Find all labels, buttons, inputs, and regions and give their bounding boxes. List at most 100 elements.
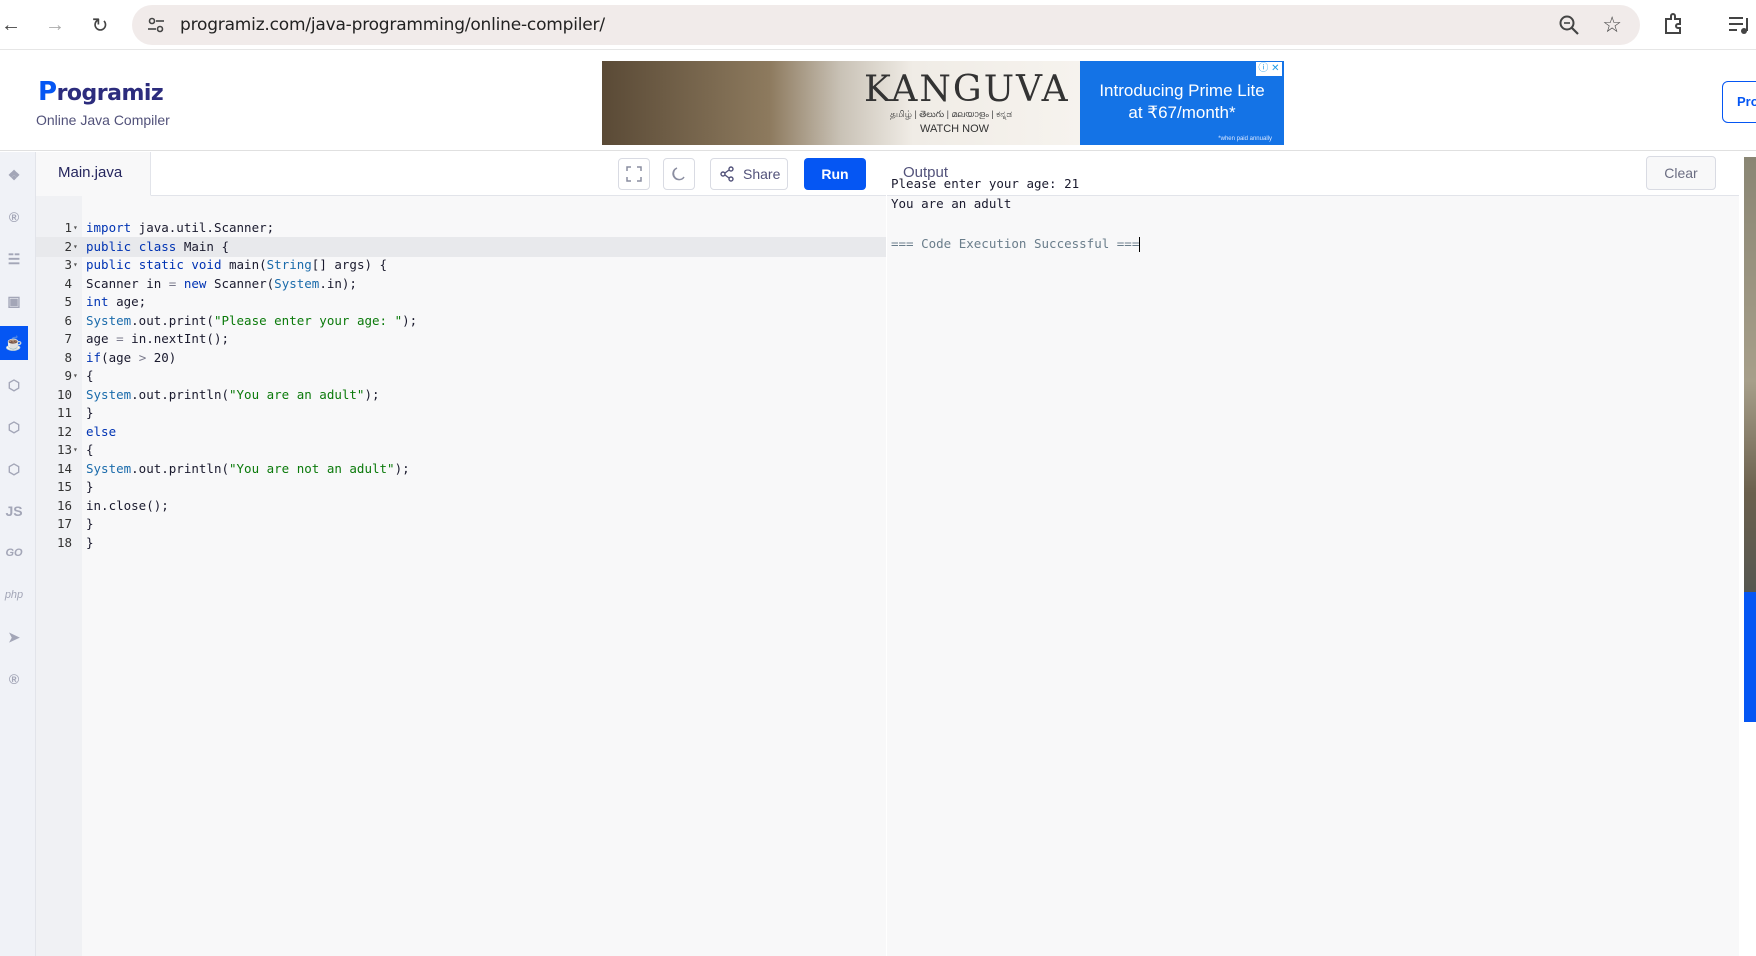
line-number: 17 xyxy=(56,516,72,531)
code-text[interactable]: System.out.println("You are not an adult… xyxy=(86,459,410,480)
ad-banner-image[interactable]: KANGUVA தமிழ் | తెలుగు | മലയാളം | ಕನ್ನಡ … xyxy=(602,61,1080,145)
share-button[interactable]: Share xyxy=(710,158,788,190)
page-subtitle: Online Java Compiler xyxy=(36,112,170,128)
ad-note: *when paid annually xyxy=(1218,136,1272,142)
programiz-logo[interactable]: Programiz xyxy=(38,77,164,107)
code-text[interactable]: import java.util.Scanner; xyxy=(86,218,274,239)
java-icon[interactable]: ☕ xyxy=(0,326,28,360)
fold-toggle-icon[interactable]: ▾ xyxy=(73,237,78,258)
url-text[interactable]: programiz.com/java-programming/online-co… xyxy=(180,15,605,35)
output-line: You are an adult xyxy=(891,196,1012,211)
back-arrow-icon[interactable]: ← xyxy=(0,10,26,40)
code-line[interactable]: 14 System.out.println("You are not an adu… xyxy=(36,459,886,480)
run-button[interactable]: Run xyxy=(804,158,866,190)
go-icon[interactable]: GO xyxy=(0,536,28,570)
zoom-icon[interactable] xyxy=(1558,14,1580,36)
rust-icon[interactable]: ® xyxy=(0,662,28,696)
ad-choices-icon[interactable]: ⓘ ✕ xyxy=(1256,62,1282,76)
address-bar[interactable]: programiz.com/java-programming/online-co… xyxy=(132,5,1640,45)
code-line[interactable]: 9 ▾ { xyxy=(36,366,886,387)
code-text[interactable]: age = in.nextInt(); xyxy=(86,329,229,350)
editor-toolbar: Main.java Share Run xyxy=(36,152,886,196)
dark-mode-button[interactable] xyxy=(663,158,695,190)
code-text[interactable]: } xyxy=(86,533,94,554)
output-line: Please enter your age: 21 xyxy=(891,176,1080,191)
code-line[interactable]: 2 ▾ public class Main { xyxy=(36,236,886,258)
r-icon[interactable]: ® xyxy=(0,200,28,234)
clear-button[interactable]: Clear xyxy=(1646,156,1716,190)
ad-banner-offer[interactable]: Introducing Prime Lite at ₹67/month* *wh… xyxy=(1080,61,1284,145)
line-number: 1 xyxy=(64,220,72,235)
c-icon[interactable]: ⬡ xyxy=(0,368,28,402)
code-line[interactable]: 13 ▾ { xyxy=(36,440,886,461)
code-text[interactable]: System.out.println("You are an adult"); xyxy=(86,385,380,406)
code-line[interactable]: 15} xyxy=(36,477,886,498)
site-settings-icon[interactable] xyxy=(146,15,166,35)
bookmark-star-icon[interactable]: ☆ xyxy=(1602,12,1622,38)
file-tab-main-java[interactable]: Main.java xyxy=(36,152,151,196)
edge-ad-blue xyxy=(1744,592,1756,722)
code-text[interactable]: } xyxy=(86,403,94,424)
fold-toggle-icon[interactable]: ▾ xyxy=(73,440,78,461)
site-header: Programiz Online Java Compiler KANGUVA த… xyxy=(0,50,1756,151)
reload-icon[interactable]: ↻ xyxy=(85,10,115,40)
code-line[interactable]: 10 System.out.println("You are an adult")… xyxy=(36,385,886,406)
cpp-icon[interactable]: ⬡ xyxy=(0,410,28,444)
fold-toggle-icon[interactable]: ▾ xyxy=(73,255,78,276)
line-number: 16 xyxy=(56,497,72,513)
code-text[interactable]: Scanner in = new Scanner(System.in); xyxy=(86,274,357,295)
code-text[interactable]: if(age > 20) xyxy=(86,348,176,369)
code-line[interactable]: 8 if(age > 20) xyxy=(36,348,886,369)
fullscreen-icon xyxy=(626,166,642,182)
code-line[interactable]: 5 int age; xyxy=(36,292,886,313)
sql-icon[interactable]: ☱ xyxy=(0,242,28,276)
code-line[interactable]: 7 age = in.nextInt(); xyxy=(36,329,886,350)
code-text[interactable]: public static void main(String[] args) { xyxy=(86,255,387,276)
language-sidebar: ❖ ® ☱ ▣ ☕ ⬡ ⬡ ⬡ JS GO php ➤ ® xyxy=(0,152,36,956)
moon-icon xyxy=(672,167,685,181)
code-line[interactable]: 3 ▾ public static void main(String[] args)… xyxy=(36,255,886,276)
browser-toolbar: ← → ↻ programiz.com/java-programming/onl… xyxy=(0,0,1756,50)
right-edge-ad xyxy=(1739,152,1756,956)
code-text[interactable]: { xyxy=(86,366,94,387)
line-number: 4 xyxy=(64,275,72,291)
line-number: 7 xyxy=(64,331,72,346)
csharp-icon[interactable]: ⬡ xyxy=(0,452,28,486)
code-line[interactable]: 11} xyxy=(36,403,886,424)
code-text[interactable]: System.out.print("Please enter your age:… xyxy=(86,311,417,332)
extensions-icon[interactable] xyxy=(1660,11,1688,39)
code-text[interactable]: } xyxy=(86,477,94,498)
fold-toggle-icon[interactable]: ▾ xyxy=(73,366,78,387)
code-text[interactable]: in.close(); xyxy=(86,496,169,517)
fullscreen-button[interactable] xyxy=(618,158,650,190)
code-line[interactable]: 18} xyxy=(36,533,886,554)
code-text[interactable]: } xyxy=(86,514,94,535)
code-text[interactable]: else xyxy=(86,422,116,443)
html-icon[interactable]: ▣ xyxy=(0,284,28,318)
code-line[interactable]: 4 Scanner in = new Scanner(System.in); xyxy=(36,274,886,295)
js-icon[interactable]: JS xyxy=(0,494,28,528)
fold-toggle-icon[interactable]: ▾ xyxy=(73,218,78,239)
line-number: 5 xyxy=(64,294,72,309)
pro-button[interactable]: Pro xyxy=(1722,81,1756,123)
line-number: 15 xyxy=(56,479,72,494)
line-number: 3 xyxy=(64,257,72,272)
code-line[interactable]: 16 in.close(); xyxy=(36,496,886,517)
code-text[interactable]: int age; xyxy=(86,292,146,313)
media-control-icon[interactable] xyxy=(1726,12,1752,38)
code-text[interactable]: public class Main { xyxy=(86,237,229,258)
code-line[interactable]: 6 System.out.print("Please enter your age… xyxy=(36,311,886,332)
code-text[interactable]: { xyxy=(86,440,94,461)
code-line[interactable]: 1 ▾ import java.util.Scanner; xyxy=(36,218,886,239)
ad-headline-2: at ₹67/month* xyxy=(1128,103,1236,122)
php-icon[interactable]: php xyxy=(0,578,28,612)
code-line[interactable]: 17} xyxy=(36,514,886,535)
code-line[interactable]: 12 else xyxy=(36,422,886,443)
line-number: 8 xyxy=(64,349,72,365)
forward-arrow-icon[interactable]: → xyxy=(40,10,70,40)
swift-icon[interactable]: ➤ xyxy=(0,620,28,654)
line-number: 14 xyxy=(56,460,72,476)
line-number: 2 xyxy=(64,238,72,254)
python-icon[interactable]: ❖ xyxy=(0,158,28,192)
output-success-line: === Code Execution Successful === xyxy=(891,236,1141,252)
